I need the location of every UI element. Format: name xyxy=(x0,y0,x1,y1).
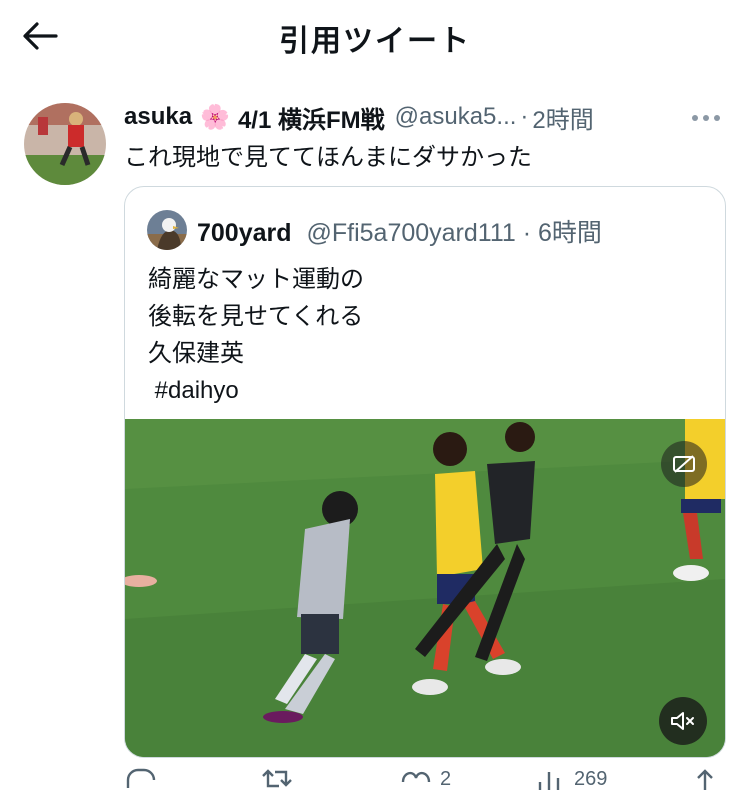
quoted-time-separator: · xyxy=(522,219,532,247)
tweet-header: asuka 🌸 4/1 横浜FM戦 @asuka5... · 2時間 xyxy=(124,100,734,134)
more-button[interactable] xyxy=(686,104,726,132)
retweet-button[interactable] xyxy=(259,768,295,790)
reply-icon xyxy=(126,768,156,788)
captions-button[interactable] xyxy=(661,441,707,487)
quoted-tweet[interactable]: 700yard @Ffi5a700yard111 · 6時間 綺麗なマット運動の… xyxy=(124,186,726,758)
author-name[interactable]: asuka xyxy=(124,103,192,131)
tweet-time[interactable]: 2時間 xyxy=(532,100,593,135)
retweet-icon xyxy=(262,769,292,788)
quoted-avatar xyxy=(147,210,187,250)
tweet-text: これ現地で見ててほんまにダサかった xyxy=(124,144,532,171)
tweet-actions: 2 269 xyxy=(124,768,724,790)
cherry-blossom-emoji: 🌸 xyxy=(200,103,230,131)
views-icon xyxy=(538,772,560,790)
avatar[interactable] xyxy=(24,103,106,185)
video-player[interactable] xyxy=(125,419,725,757)
hashtag-link[interactable]: #daihyo xyxy=(148,372,364,409)
like-icon xyxy=(401,771,431,783)
quoted-handle: @Ffi5a700yard111 xyxy=(306,219,516,247)
quoted-text: 綺麗なマット運動の 後転を見せてくれる 久保建英 #daihyo xyxy=(148,261,364,409)
mute-icon xyxy=(671,712,694,730)
page-title: 引用ツイート xyxy=(279,25,471,58)
quoted-line: 後転を見せてくれる xyxy=(148,303,364,330)
cc-icon xyxy=(673,455,695,473)
quoted-time: 6時間 xyxy=(538,219,602,247)
mute-button[interactable] xyxy=(659,697,707,745)
views-button[interactable]: 269 xyxy=(536,768,607,790)
quoted-header: 700yard @Ffi5a700yard111 · 6時間 xyxy=(197,213,602,249)
more-icon xyxy=(692,115,720,121)
author-handle[interactable]: @asuka5... xyxy=(395,103,517,131)
author-event: 4/1 横浜FM戦 xyxy=(237,106,385,134)
time-separator: · xyxy=(520,103,529,130)
share-button[interactable] xyxy=(692,768,718,790)
reply-button[interactable] xyxy=(124,768,156,790)
top-bar: 引用ツイート xyxy=(0,0,750,72)
quoted-line: 綺麗なマット運動の xyxy=(148,266,364,293)
video-frame xyxy=(125,419,725,757)
share-icon xyxy=(697,769,713,790)
like-button[interactable]: 2 xyxy=(400,768,451,790)
quoted-line: 久保建英 xyxy=(148,340,244,367)
like-count: 2 xyxy=(440,768,452,790)
views-count: 269 xyxy=(574,768,608,790)
quoted-author-name: 700yard xyxy=(197,219,292,247)
